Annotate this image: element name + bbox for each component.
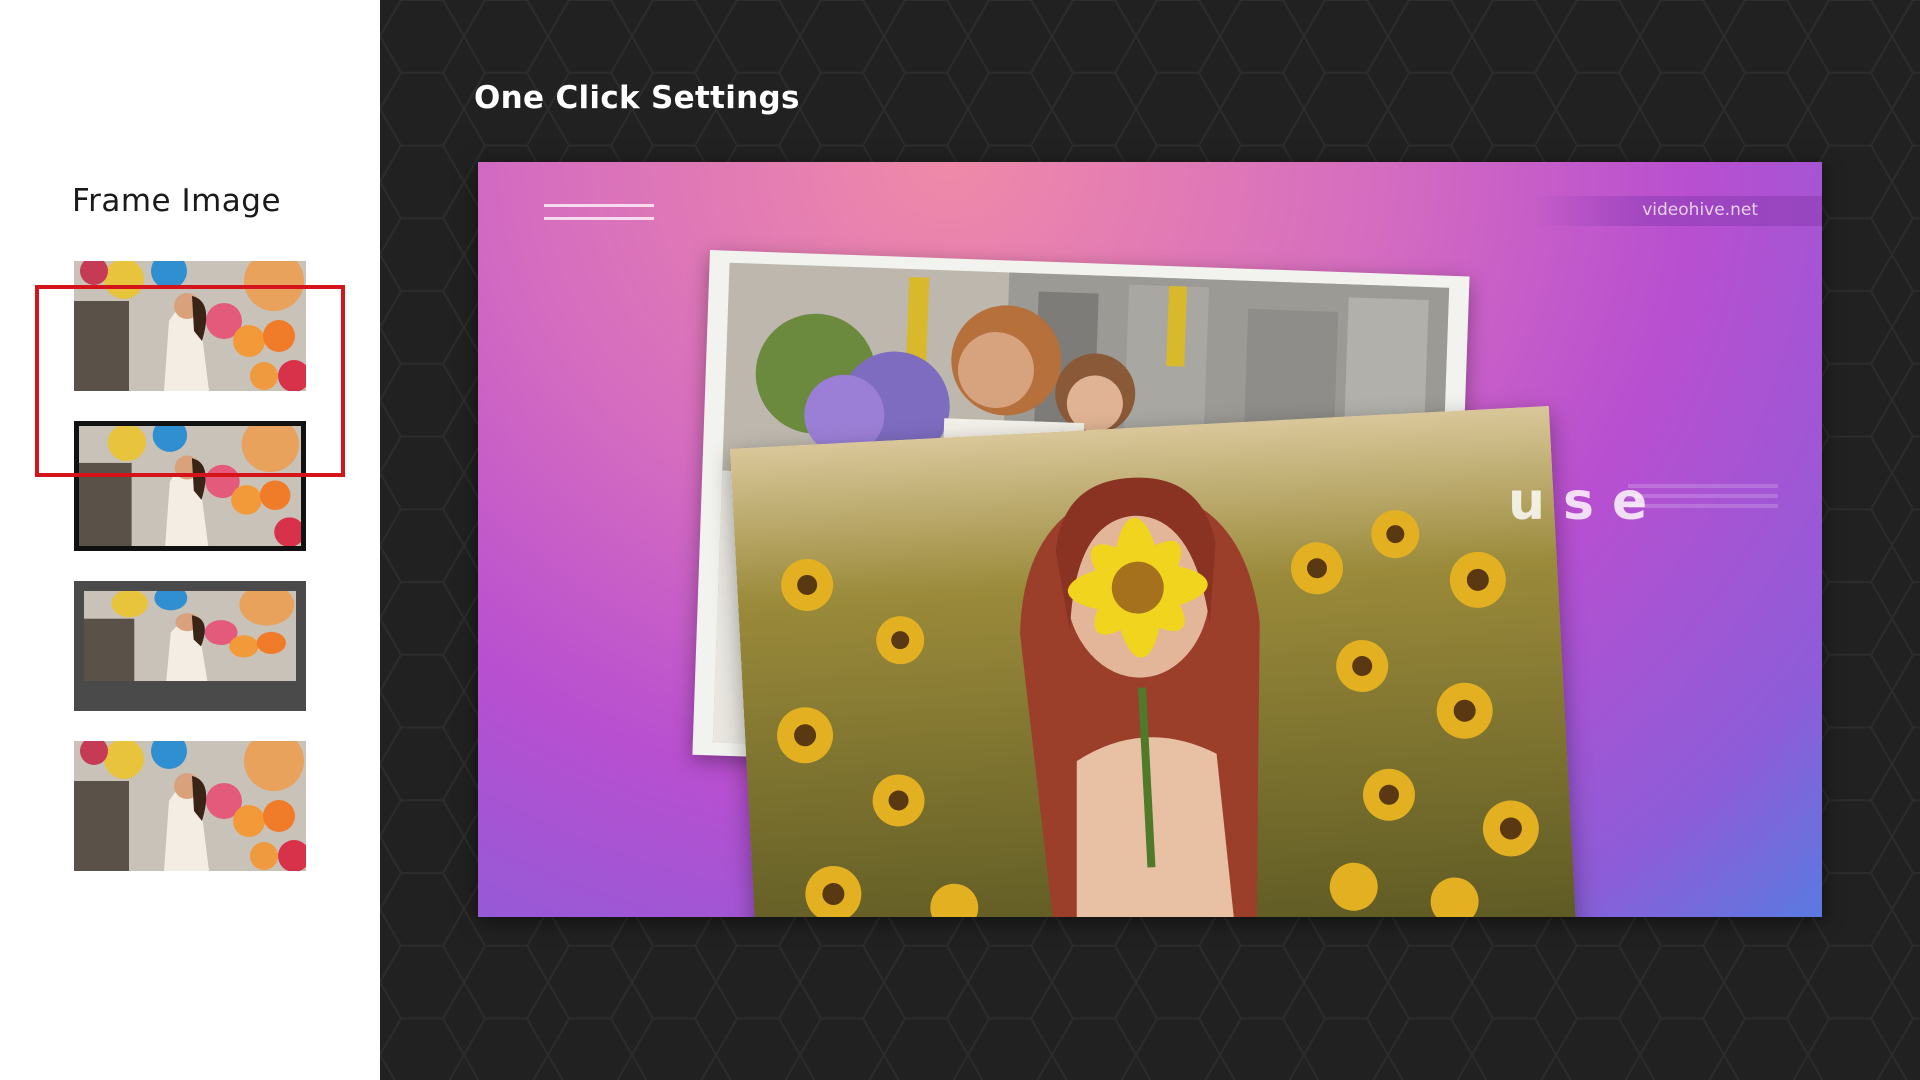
frame-option-3-image	[84, 591, 296, 681]
photo-card-front	[729, 405, 1577, 917]
overlay-text: use	[1508, 472, 1666, 532]
sunflower-photo-image	[729, 405, 1577, 917]
frame-option-1[interactable]	[74, 261, 306, 391]
frame-option-2-image	[79, 426, 301, 546]
decorative-lines	[544, 204, 654, 230]
video-preview[interactable]: videohive.net use	[478, 162, 1822, 917]
frame-option-2[interactable]	[74, 421, 306, 551]
frame-option-1-image	[74, 261, 306, 391]
page-title: One Click Settings	[474, 80, 800, 116]
frame-option-3[interactable]	[74, 581, 306, 711]
frame-option-4[interactable]	[74, 741, 306, 871]
frame-image-title: Frame Image	[72, 183, 282, 219]
frame-image-panel: Frame Image	[0, 0, 380, 1080]
watermark-text: videohive.net	[1642, 200, 1758, 220]
main-area: One Click Settings videohive.net use	[380, 0, 1920, 1080]
frame-option-4-image	[74, 741, 306, 871]
